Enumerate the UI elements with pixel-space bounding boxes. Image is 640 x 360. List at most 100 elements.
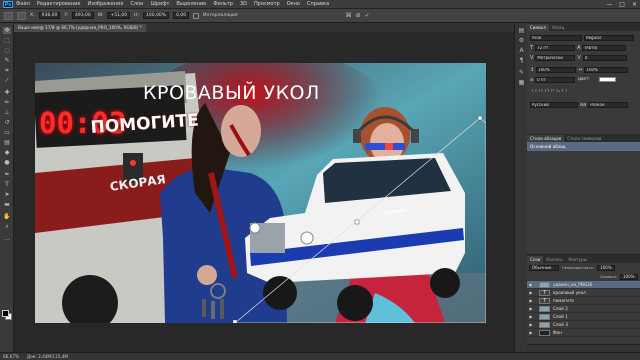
transform-handle-top-right[interactable]: [477, 115, 483, 121]
cancel-transform-icon[interactable]: ⊘: [356, 12, 361, 19]
antialias-select[interactable]: Резкое: [588, 101, 629, 108]
tab-character[interactable]: Символ: [527, 24, 549, 31]
hand-tool-icon[interactable]: ✋: [3, 213, 11, 220]
visibility-eye-icon[interactable]: ◉: [527, 306, 534, 311]
layer-row[interactable]: ◉ Слой 1: [527, 313, 640, 321]
paragraph-panel-icon[interactable]: ¶: [518, 57, 525, 64]
menu-filter[interactable]: Фильтр: [213, 1, 233, 7]
tab-character-styles[interactable]: Стили символов: [564, 135, 604, 142]
y-input[interactable]: 493,00: [72, 12, 94, 19]
character-panel-icon[interactable]: A: [518, 47, 525, 54]
zoom-level[interactable]: 66,67%: [3, 354, 19, 359]
blur-tool-icon[interactable]: ◆: [3, 149, 11, 156]
reference-point-icon[interactable]: [17, 11, 26, 20]
lasso-tool-icon[interactable]: ◌: [3, 47, 11, 54]
minimize-button[interactable]: —: [606, 1, 612, 8]
menu-select[interactable]: Выделение: [176, 1, 206, 7]
type-tool-icon[interactable]: T: [3, 181, 11, 188]
eraser-tool-icon[interactable]: ▭: [3, 129, 11, 136]
menu-view[interactable]: Просмотр: [254, 1, 280, 7]
brush-tool-icon[interactable]: ✏: [3, 99, 11, 106]
kerning-input[interactable]: Метрически: [535, 54, 576, 61]
menu-file[interactable]: Файл: [16, 1, 30, 7]
tab-layers[interactable]: Слои: [527, 256, 544, 263]
swatches-panel-icon[interactable]: ▦: [518, 79, 525, 86]
tab-paragraph-styles[interactable]: Стили абзацев: [527, 135, 565, 142]
healing-tool-icon[interactable]: ✚: [3, 89, 11, 96]
close-button[interactable]: ✕: [632, 1, 637, 8]
dodge-tool-icon[interactable]: ●: [3, 159, 11, 166]
opacity-input[interactable]: 100%: [597, 264, 616, 271]
commit-transform-icon[interactable]: ✓: [365, 12, 370, 19]
layer-row[interactable]: ◉ Слой 2: [527, 305, 640, 313]
menu-edit[interactable]: Редактирование: [37, 1, 81, 7]
more-tools-icon[interactable]: …: [3, 235, 11, 242]
visibility-eye-icon[interactable]: ◉: [527, 282, 534, 287]
layer-row[interactable]: ◉ T кровавый укол: [527, 289, 640, 297]
quick-select-tool-icon[interactable]: ✎: [3, 57, 11, 64]
font-size-input[interactable]: 72 пт: [535, 44, 576, 51]
visibility-eye-icon[interactable]: ◉: [527, 290, 534, 295]
eyedropper-tool-icon[interactable]: ⁄: [3, 77, 11, 84]
menu-layer[interactable]: Слои: [130, 1, 143, 7]
history-brush-tool-icon[interactable]: ↺: [3, 119, 11, 126]
x-input[interactable]: 938,00: [38, 12, 61, 19]
tab-channels[interactable]: Каналы: [543, 256, 565, 263]
layer-row[interactable]: ◉ Слой 3: [527, 321, 640, 329]
gradient-tool-icon[interactable]: ▤: [3, 139, 11, 146]
visibility-eye-icon[interactable]: ◉: [527, 314, 534, 319]
shape-tool-icon[interactable]: ▬: [3, 201, 11, 208]
menu-help[interactable]: Справка: [307, 1, 329, 7]
vertical-scale-input[interactable]: 100%: [536, 66, 577, 73]
layer-row[interactable]: ◉ T помогите: [527, 297, 640, 305]
warp-icon[interactable]: ⌘: [346, 12, 352, 19]
font-family-select[interactable]: Arial: [530, 34, 582, 41]
text-color-swatch[interactable]: [599, 77, 617, 82]
baseline-input[interactable]: 0 пт: [535, 76, 576, 83]
marquee-tool-icon[interactable]: ⬚: [3, 37, 11, 44]
document-canvas[interactable]: 00:03 КРОВАВЫЙ УКОЛ ПОМОГИТЕ СКОРАЯ ПОЛИ…: [35, 63, 486, 323]
leading-input[interactable]: (Авто): [582, 44, 627, 51]
tab-paths[interactable]: Контуры: [565, 256, 589, 263]
layer-row[interactable]: ◉ удвоен_на_PNG26: [527, 281, 640, 289]
pen-tool-icon[interactable]: ✒: [3, 171, 11, 178]
interpolation-checkbox[interactable]: [193, 12, 200, 19]
menu-3d[interactable]: 3D: [240, 1, 247, 7]
visibility-eye-icon[interactable]: ◉: [527, 298, 534, 303]
language-select[interactable]: Русский: [530, 101, 578, 108]
poster-title[interactable]: КРОВАВЫЙ УКОЛ: [143, 82, 320, 104]
w-input[interactable]: +51,00: [107, 12, 131, 19]
path-select-tool-icon[interactable]: ➤: [3, 191, 11, 198]
fill-input[interactable]: 100%: [620, 273, 638, 280]
layer-row[interactable]: ◉ Фон: [527, 329, 640, 337]
move-tool-icon[interactable]: ✥: [3, 27, 11, 34]
horizontal-scale-input[interactable]: 100%: [584, 66, 629, 73]
document-tab[interactable]: Ваше имя@ 17/8 @ 66,7% (ударная_PRO_100%…: [14, 24, 146, 32]
properties-panel-icon[interactable]: ⚙: [518, 37, 525, 44]
foreground-color-swatch[interactable]: [2, 310, 9, 317]
photoshop-logo[interactable]: Ps: [3, 0, 13, 8]
layer-filter-select[interactable]: Обычные: [529, 264, 559, 271]
transform-tool-icon[interactable]: [4, 11, 13, 20]
font-style-select[interactable]: Regular: [584, 34, 634, 41]
brush-panel-icon[interactable]: ✎: [518, 69, 525, 76]
maximize-button[interactable]: □: [619, 1, 625, 8]
menu-image[interactable]: Изображение: [87, 1, 123, 7]
text-style-buttons[interactable]: T T TT Tт T¹ T₁ T T: [530, 89, 620, 95]
menu-window[interactable]: Окно: [287, 1, 300, 7]
crop-tool-icon[interactable]: ⌗: [3, 67, 11, 74]
visibility-eye-icon[interactable]: ◉: [527, 330, 534, 335]
stamp-tool-icon[interactable]: ⊥: [3, 109, 11, 116]
angle-input[interactable]: 0,00: [173, 12, 190, 19]
h-input[interactable]: 100,00%: [143, 12, 170, 19]
zoom-tool-icon[interactable]: ⌕: [3, 223, 11, 230]
transform-handle-bottom-left[interactable]: [232, 319, 238, 323]
menu-type[interactable]: Шрифт: [150, 1, 169, 7]
tab-paragraph[interactable]: Абзац: [549, 24, 568, 31]
history-panel-icon[interactable]: ▤: [518, 27, 525, 34]
tracking-input[interactable]: 0: [582, 54, 627, 61]
transform-handle-middle[interactable]: [354, 219, 360, 225]
visibility-eye-icon[interactable]: ◉: [527, 322, 534, 327]
style-item[interactable]: Основной абзац: [527, 142, 640, 151]
document-info[interactable]: Док: 2,44М/115,4М: [27, 354, 68, 359]
